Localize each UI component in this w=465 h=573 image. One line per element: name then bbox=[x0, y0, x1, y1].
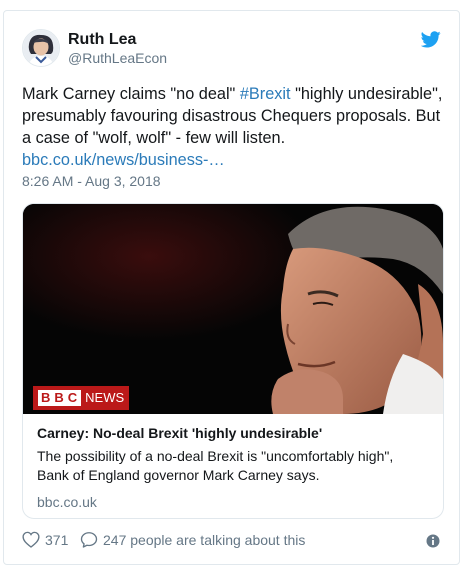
link-card[interactable]: BBC NEWS Carney: No-deal Brexit 'highly … bbox=[22, 203, 444, 519]
avatar[interactable] bbox=[22, 29, 60, 67]
tweet-timestamp[interactable]: 8:26 AM - Aug 3, 2018 bbox=[22, 173, 161, 189]
tweet-text: Mark Carney claims "no deal" #Brexit "hi… bbox=[22, 83, 447, 171]
info-icon[interactable] bbox=[425, 533, 441, 549]
heart-icon[interactable] bbox=[22, 531, 40, 548]
card-body: Carney: No-deal Brexit 'highly undesirab… bbox=[37, 424, 429, 510]
card-description: The possibility of a no-deal Brexit is "… bbox=[37, 448, 394, 483]
card-domain: bbc.co.uk bbox=[37, 494, 97, 510]
bbc-logo-text: BBC bbox=[38, 390, 82, 406]
like-count: 371 bbox=[45, 531, 69, 548]
article-link[interactable]: bbc.co.uk/news/business-… bbox=[22, 151, 225, 169]
bbc-news-logo: BBC NEWS bbox=[33, 386, 130, 410]
twitter-bird-icon[interactable] bbox=[421, 31, 441, 48]
news-logo-text: NEWS bbox=[85, 390, 125, 405]
comments-text[interactable]: 247 people are talking about this bbox=[103, 532, 305, 548]
author-name[interactable]: Ruth Lea bbox=[68, 31, 136, 49]
card-photo bbox=[23, 204, 443, 414]
tweet-header: Ruth Lea @RuthLeaEcon bbox=[22, 29, 441, 71]
card-image[interactable]: BBC NEWS bbox=[23, 204, 443, 414]
hashtag-link[interactable]: #Brexit bbox=[240, 85, 291, 103]
comment-icon[interactable] bbox=[80, 531, 98, 548]
like-action[interactable]: 371 bbox=[22, 531, 68, 548]
comment-action[interactable]: 247 people are talking about this bbox=[80, 531, 305, 548]
card-title: Carney: No-deal Brexit 'highly undesirab… bbox=[37, 425, 323, 441]
tweet-text-part: Mark Carney claims "no deal" bbox=[22, 85, 240, 103]
tweet-actions: 371 247 people are talking about this bbox=[22, 531, 441, 551]
tweet-card: Ruth Lea @RuthLeaEcon Mark Carney claims… bbox=[3, 10, 460, 565]
avatar-image bbox=[23, 30, 59, 66]
author-handle[interactable]: @RuthLeaEcon bbox=[68, 50, 167, 66]
